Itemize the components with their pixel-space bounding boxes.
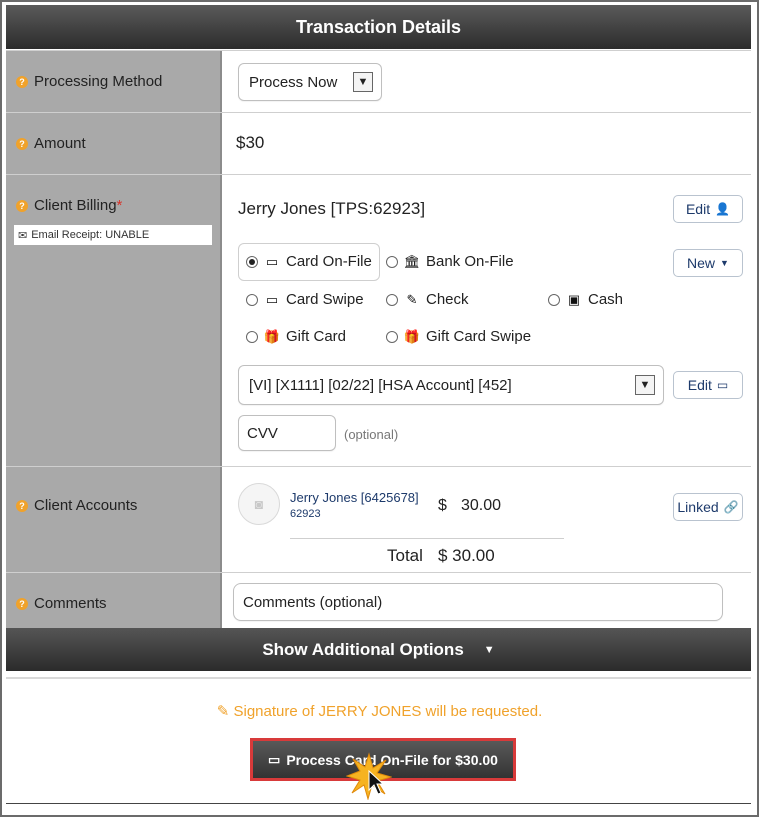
edit-card-button[interactable]: Edit ▭ (673, 371, 743, 399)
option-card-swipe[interactable]: ▭ Card Swipe (246, 291, 364, 308)
processing-method-label-cell: ? Processing Method (6, 51, 222, 113)
bank-icon: 🏛 (403, 253, 421, 269)
chevron-down-icon: ▼ (635, 375, 655, 395)
divider (6, 677, 751, 679)
radio-icon (386, 293, 398, 306)
credit-card-icon: ▭ (716, 378, 729, 392)
option-label: Card On-File (286, 253, 372, 270)
avatar: ◙ (238, 483, 280, 525)
total-label: Total (387, 546, 423, 565)
client-billing-row: ? Client Billing * ✉ Email Receipt: UNABL… (6, 174, 751, 467)
radio-icon (246, 330, 258, 343)
show-additional-options-bar[interactable]: Show Additional Options ▼ (6, 628, 751, 671)
envelope-icon: ✉ (18, 229, 28, 242)
camera-icon: ◙ (254, 496, 264, 512)
help-icon[interactable]: ? (16, 75, 28, 88)
option-check[interactable]: ✎ Check (386, 291, 469, 308)
help-icon[interactable]: ? (16, 499, 28, 512)
option-gift-card[interactable]: 🎁 Gift Card (246, 328, 346, 345)
option-label: Check (426, 291, 469, 308)
new-label: New (687, 255, 716, 271)
help-icon[interactable]: ? (16, 137, 28, 150)
processing-method-select[interactable]: Process Now ▼ (238, 63, 382, 101)
option-card-on-file[interactable]: ▭ Card On-File (246, 253, 372, 270)
email-receipt-text: Email Receipt: UNABLE (31, 229, 150, 241)
option-label: Bank On-File (426, 253, 514, 270)
pencil-icon: ✎ (406, 291, 418, 307)
link-icon: 🔗 (723, 500, 739, 514)
comments-label-cell: ? Comments (6, 573, 222, 629)
email-receipt-status: ✉ Email Receipt: UNABLE (14, 225, 212, 245)
account-id: 62923 (290, 508, 321, 520)
required-marker: * (116, 197, 123, 214)
total-value: $ 30.00 (438, 546, 495, 565)
option-label: Gift Card (286, 328, 347, 345)
edit-client-button[interactable]: Edit 👤 (673, 195, 743, 223)
radio-icon (246, 293, 258, 306)
processing-method-label: Processing Method (34, 73, 163, 90)
help-icon[interactable]: ? (16, 597, 28, 610)
chevron-down-icon: ▼ (353, 72, 373, 92)
comments-input[interactable]: Comments (optional) (233, 583, 723, 621)
edit-client-label: Edit (685, 201, 711, 217)
mouse-cursor-icon (368, 770, 384, 795)
option-label: Card Swipe (286, 291, 364, 308)
client-accounts-label: Client Accounts (34, 497, 138, 514)
client-accounts-row: ? Client Accounts ◙ Jerry Jones [6425678… (6, 466, 751, 573)
cash-icon: ▣ (567, 291, 581, 307)
amount-label-cell: ? Amount (6, 113, 222, 175)
new-payment-button[interactable]: New ▼ (673, 249, 743, 277)
client-name: Jerry Jones [TPS:62923] (238, 199, 426, 218)
process-button-label: Process Card On-File for $30.00 (286, 751, 498, 768)
signature-note: ✎ Signature of JERRY JONES will be reque… (0, 702, 759, 720)
amount-label: Amount (34, 135, 86, 152)
edit-card-label: Edit (687, 377, 712, 393)
option-cash[interactable]: ▣ Cash (548, 291, 623, 308)
option-label: Cash (588, 291, 624, 308)
show-options-label: Show Additional Options (262, 639, 464, 659)
processing-method-value: Process Now (249, 73, 338, 91)
cvv-hint: (optional) (344, 427, 399, 442)
account-currency: $ (438, 497, 447, 514)
amount-row: ? Amount $30 (6, 112, 751, 175)
option-gift-card-swipe[interactable]: 🎁 Gift Card Swipe (386, 328, 531, 345)
radio-icon (386, 255, 398, 268)
radio-icon (386, 330, 398, 343)
gift-icon: 🎁 (263, 328, 281, 344)
radio-icon (548, 293, 560, 306)
transaction-details-header: Transaction Details (6, 5, 751, 49)
radio-selected-icon (246, 255, 258, 268)
client-billing-label-cell: ? Client Billing * ✉ Email Receipt: UNABL… (6, 175, 222, 467)
option-bank-on-file[interactable]: 🏛 Bank On-File (386, 253, 514, 270)
credit-card-icon: ▭ (265, 253, 279, 269)
linked-button[interactable]: Linked 🔗 (673, 493, 743, 521)
pencil-icon: ✎ (216, 703, 230, 720)
caret-down-icon: ▼ (720, 258, 729, 268)
client-accounts-label-cell: ? Client Accounts (6, 467, 222, 573)
signature-note-text: Signature of JERRY JONES will be request… (233, 703, 543, 720)
option-label: Gift Card Swipe (426, 328, 532, 345)
comments-placeholder: Comments (optional) (243, 593, 383, 611)
bottom-border (6, 803, 751, 804)
card-select-value: [VI] [X1111] [02/22] [HSA Account] [452] (249, 376, 512, 394)
credit-card-icon: ▭ (268, 751, 281, 767)
amount-value: $30 (236, 133, 265, 152)
client-billing-label: Client Billing (34, 197, 117, 214)
processing-method-row: ? Processing Method Process Now ▼ (6, 50, 751, 113)
cvv-input[interactable]: CVV (238, 415, 336, 451)
account-amount: 30.00 (461, 497, 502, 514)
help-icon[interactable]: ? (16, 199, 28, 212)
cvv-value: CVV (247, 424, 278, 442)
account-name[interactable]: Jerry Jones [6425678] (290, 490, 419, 505)
comments-row: ? Comments Comments (optional) (6, 572, 751, 629)
total-divider (290, 538, 564, 539)
caret-down-icon: ▼ (483, 643, 495, 656)
credit-card-icon: ▭ (265, 291, 279, 307)
comments-label: Comments (34, 595, 107, 612)
gift-icon: 🎁 (403, 328, 421, 344)
user-icon: 👤 (715, 202, 731, 216)
card-on-file-select[interactable]: [VI] [X1111] [02/22] [HSA Account] [452]… (238, 365, 664, 405)
linked-label: Linked (677, 499, 719, 515)
page-title: Transaction Details (295, 16, 462, 37)
